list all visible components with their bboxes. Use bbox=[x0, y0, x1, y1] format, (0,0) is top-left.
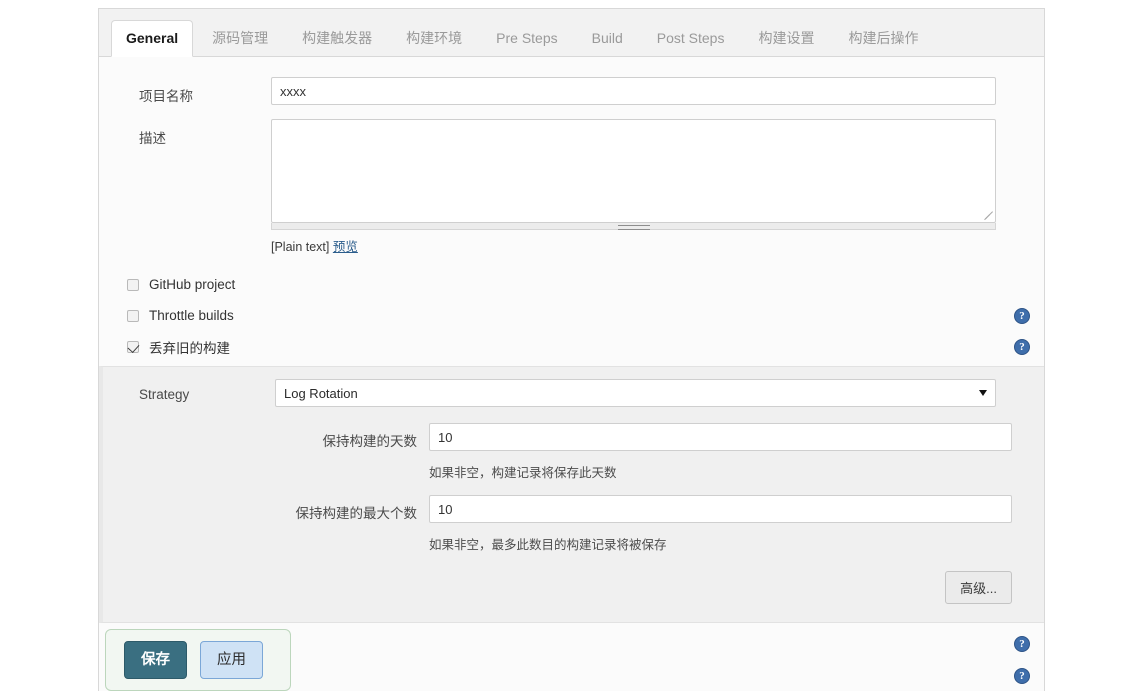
help-icon-discard-old-builds[interactable]: ? bbox=[1014, 339, 1030, 355]
help-icon-parameterized-build[interactable]: ? bbox=[1014, 636, 1030, 652]
description-label: 描述 bbox=[99, 119, 271, 147]
tab-build-settings[interactable]: 构建设置 bbox=[743, 20, 829, 57]
days-to-keep-field-wrap: 如果非空，构建记录将保存此天数 bbox=[429, 423, 1044, 481]
project-name-input[interactable] bbox=[271, 77, 996, 105]
throttle-builds-checkbox[interactable] bbox=[127, 310, 139, 322]
tab-source-management[interactable]: 源码管理 bbox=[197, 20, 283, 57]
save-button[interactable]: 保存 bbox=[124, 641, 187, 679]
checkbox-row-throttle-builds[interactable]: Throttle builds ? bbox=[99, 300, 1044, 331]
floating-save-bar: 保存 应用 bbox=[105, 629, 291, 691]
apply-button[interactable]: 应用 bbox=[200, 641, 263, 679]
preview-link[interactable]: 预览 bbox=[333, 240, 358, 254]
top-checkbox-group: GitHub project Throttle builds ? 丢弃旧的构建 … bbox=[99, 269, 1044, 362]
project-name-label: 项目名称 bbox=[99, 77, 271, 105]
days-to-keep-hint: 如果非空，构建记录将保存此天数 bbox=[429, 451, 1012, 481]
strategy-advanced-wrap: 高级... bbox=[103, 571, 1044, 604]
max-builds-hint: 如果非空，最多此数目的构建记录将被保存 bbox=[429, 523, 1012, 553]
strategy-row: Strategy Log Rotation bbox=[103, 379, 1044, 407]
help-icon-throttle-builds[interactable]: ? bbox=[1014, 308, 1030, 324]
log-rotation-strategy-block: Strategy Log Rotation 保持构建的天数 如果非空，构建记录将… bbox=[99, 366, 1044, 623]
description-row: 描述 [Plain text] 预览 bbox=[99, 105, 1044, 255]
max-builds-field-wrap: 如果非空，最多此数目的构建记录将被保存 bbox=[429, 495, 1044, 553]
description-field-wrap: [Plain text] 预览 bbox=[271, 119, 1044, 255]
config-form: 项目名称 描述 [Plain text] 预览 bbox=[99, 57, 1044, 691]
checkbox-row-discard-old-builds[interactable]: 丢弃旧的构建 ? bbox=[99, 331, 1044, 362]
project-name-row: 项目名称 bbox=[99, 57, 1044, 105]
description-textarea[interactable] bbox=[271, 119, 996, 223]
discard-old-builds-checkbox[interactable] bbox=[127, 341, 139, 353]
tab-build[interactable]: Build bbox=[577, 20, 638, 57]
strategy-field-wrap: Log Rotation bbox=[275, 379, 1044, 407]
help-icon-disable-build[interactable]: ? bbox=[1014, 668, 1030, 684]
github-project-label: GitHub project bbox=[149, 277, 235, 292]
project-name-field-wrap bbox=[271, 77, 1044, 105]
github-project-checkbox[interactable] bbox=[127, 279, 139, 291]
description-format-line: [Plain text] 预览 bbox=[271, 230, 996, 255]
strategy-select[interactable]: Log Rotation bbox=[275, 379, 996, 407]
description-textarea-wrap bbox=[271, 119, 996, 230]
days-to-keep-input[interactable] bbox=[429, 423, 1012, 451]
tab-pre-steps[interactable]: Pre Steps bbox=[481, 20, 572, 57]
max-builds-input[interactable] bbox=[429, 495, 1012, 523]
days-to-keep-label: 保持构建的天数 bbox=[103, 423, 429, 450]
days-to-keep-row: 保持构建的天数 如果非空，构建记录将保存此天数 bbox=[103, 423, 1044, 481]
strategy-advanced-button[interactable]: 高级... bbox=[945, 571, 1012, 604]
max-builds-row: 保持构建的最大个数 如果非空，最多此数目的构建记录将被保存 bbox=[103, 495, 1044, 553]
strategy-label: Strategy bbox=[103, 379, 275, 402]
throttle-builds-label: Throttle builds bbox=[149, 308, 234, 323]
checkbox-row-github-project[interactable]: GitHub project bbox=[99, 269, 1044, 300]
tab-build-triggers[interactable]: 构建触发器 bbox=[287, 20, 387, 57]
max-builds-label: 保持构建的最大个数 bbox=[103, 495, 429, 522]
strategy-select-wrap: Log Rotation bbox=[275, 379, 996, 407]
tab-general[interactable]: General bbox=[111, 20, 193, 57]
job-config-panel: General 源码管理 构建触发器 构建环境 Pre Steps Build … bbox=[98, 8, 1045, 691]
tab-build-environment[interactable]: 构建环境 bbox=[391, 20, 477, 57]
config-tab-bar: General 源码管理 构建触发器 构建环境 Pre Steps Build … bbox=[99, 9, 1044, 57]
tab-post-build-actions[interactable]: 构建后操作 bbox=[833, 20, 933, 57]
textarea-resize-handle[interactable] bbox=[271, 223, 996, 230]
discard-old-builds-label: 丢弃旧的构建 bbox=[149, 337, 230, 357]
plain-text-label: [Plain text] bbox=[271, 240, 329, 254]
tab-post-steps[interactable]: Post Steps bbox=[642, 20, 740, 57]
